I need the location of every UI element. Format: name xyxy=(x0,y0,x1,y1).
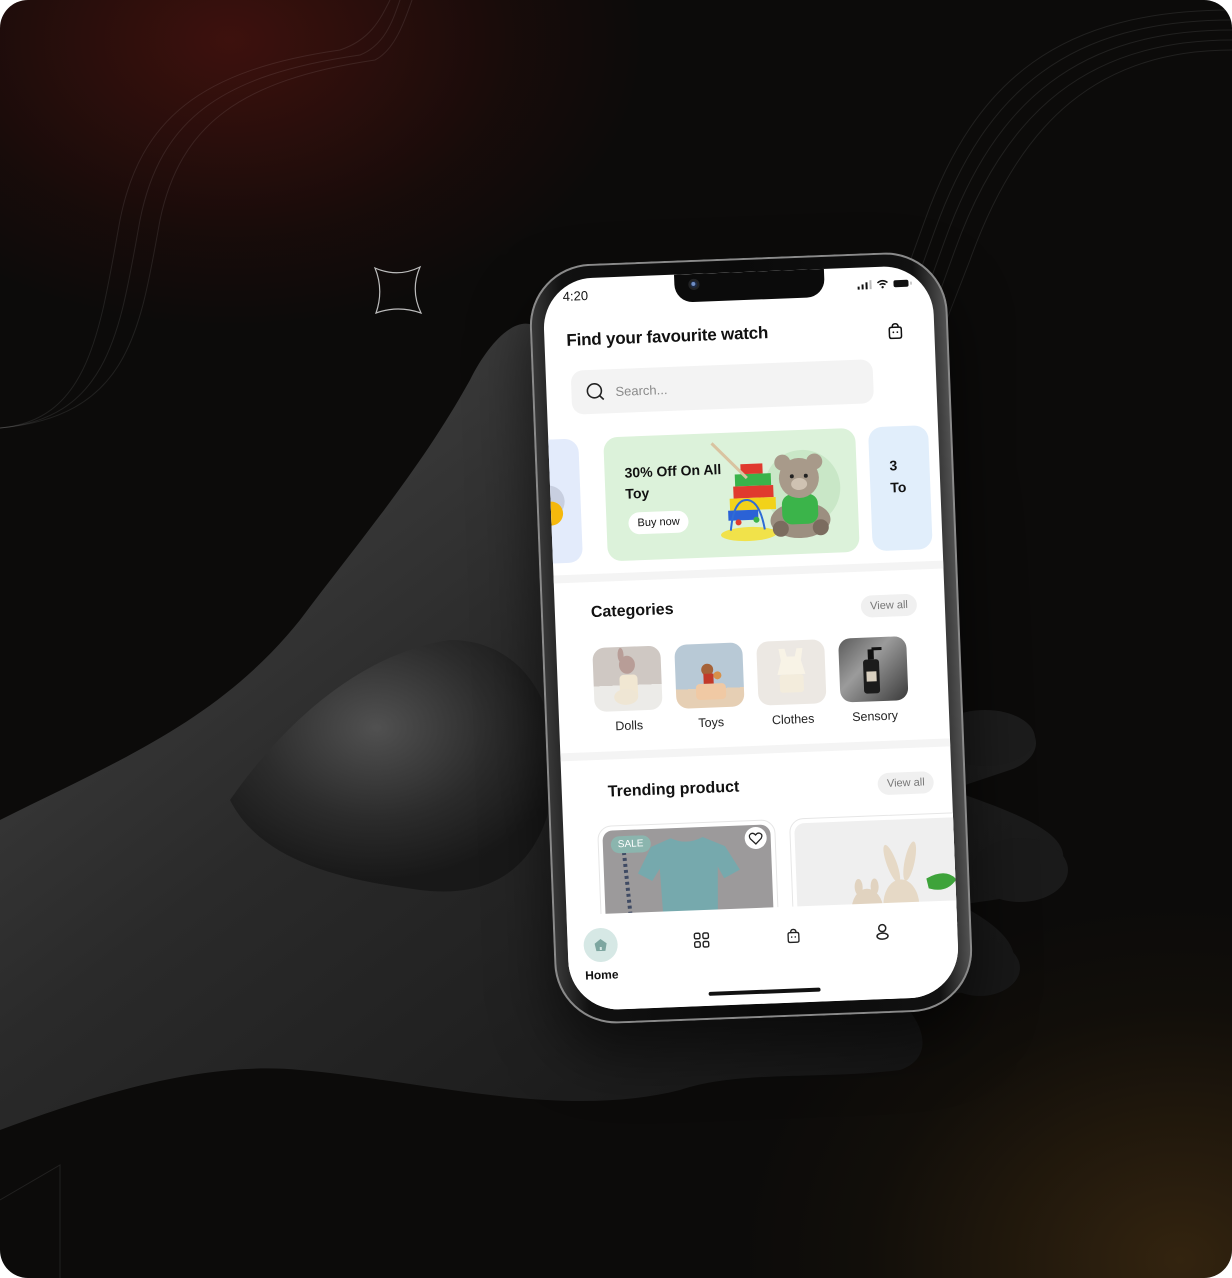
category-sensory[interactable]: Sensory xyxy=(838,636,909,725)
category-label: Clothes xyxy=(771,711,815,728)
profile-icon xyxy=(876,923,889,940)
tab-home[interactable]: Home xyxy=(583,927,619,983)
trending-title: Trending product xyxy=(607,778,740,801)
trending-view-all-button[interactable]: View all xyxy=(877,771,935,796)
signal-icon xyxy=(857,280,872,290)
tab-profile[interactable] xyxy=(875,923,890,941)
page-title: Find your favourite watch xyxy=(566,323,769,350)
status-icons xyxy=(857,279,909,290)
sale-badge: SALE xyxy=(610,835,651,854)
category-list: Dolls Toys Clothes Sensory xyxy=(592,636,909,734)
tab-home-label: Home xyxy=(584,967,619,983)
promo-text-next: 3 To xyxy=(889,457,907,496)
notch xyxy=(673,268,825,303)
phone-mockup: 4:20 Find your favourite watch Search...… xyxy=(527,250,975,1026)
tab-cart[interactable] xyxy=(785,927,802,945)
shopping-bag-icon[interactable] xyxy=(886,322,905,341)
front-camera xyxy=(688,278,700,291)
mockup-canvas: 4:20 Find your favourite watch Search...… xyxy=(0,0,1232,1278)
sensory-bottle-image xyxy=(863,646,882,694)
status-time: 4:20 xyxy=(562,288,589,304)
battery-icon xyxy=(893,279,909,288)
section-divider xyxy=(560,738,951,762)
tab-categories[interactable] xyxy=(693,932,710,949)
toys-illustration xyxy=(710,442,841,542)
category-label: Toys xyxy=(698,715,725,731)
clothes-image xyxy=(777,648,806,693)
sparkle-icon xyxy=(373,265,423,315)
home-icon xyxy=(594,939,607,952)
category-image xyxy=(592,645,663,713)
category-label: Dolls xyxy=(615,718,644,734)
category-clothes[interactable]: Clothes xyxy=(756,639,827,728)
category-toys[interactable]: Toys xyxy=(674,642,745,731)
wifi-icon xyxy=(876,279,888,289)
grid-icon xyxy=(693,932,710,949)
buy-now-button[interactable]: Buy now xyxy=(628,510,690,535)
home-tab-indicator xyxy=(583,927,619,963)
category-dolls[interactable]: Dolls xyxy=(592,645,663,734)
categories-title: Categories xyxy=(590,600,674,622)
category-label: Sensory xyxy=(851,708,899,725)
category-image xyxy=(756,639,827,706)
toy-music-box-image xyxy=(695,663,727,700)
promo-banner-next[interactable]: 3 To xyxy=(868,425,933,552)
category-image xyxy=(674,642,745,709)
search-bar[interactable] xyxy=(570,359,875,415)
heart-icon xyxy=(748,831,763,845)
categories-view-all-button[interactable]: View all xyxy=(860,593,918,618)
home-indicator xyxy=(708,987,821,996)
promo-banner[interactable]: 30% Off On All Toy Buy now xyxy=(603,427,860,562)
category-image xyxy=(838,636,909,703)
shopping-bag-icon xyxy=(787,928,800,944)
app-screen: 4:20 Find your favourite watch Search...… xyxy=(542,264,960,1012)
search-input[interactable] xyxy=(613,374,838,400)
promo-carousel[interactable]: 30% Off On All Toy Buy now 3 To xyxy=(542,425,943,568)
search-icon xyxy=(586,383,605,401)
bottom-tab-bar: Home xyxy=(566,900,960,1012)
doll-image xyxy=(614,648,639,705)
